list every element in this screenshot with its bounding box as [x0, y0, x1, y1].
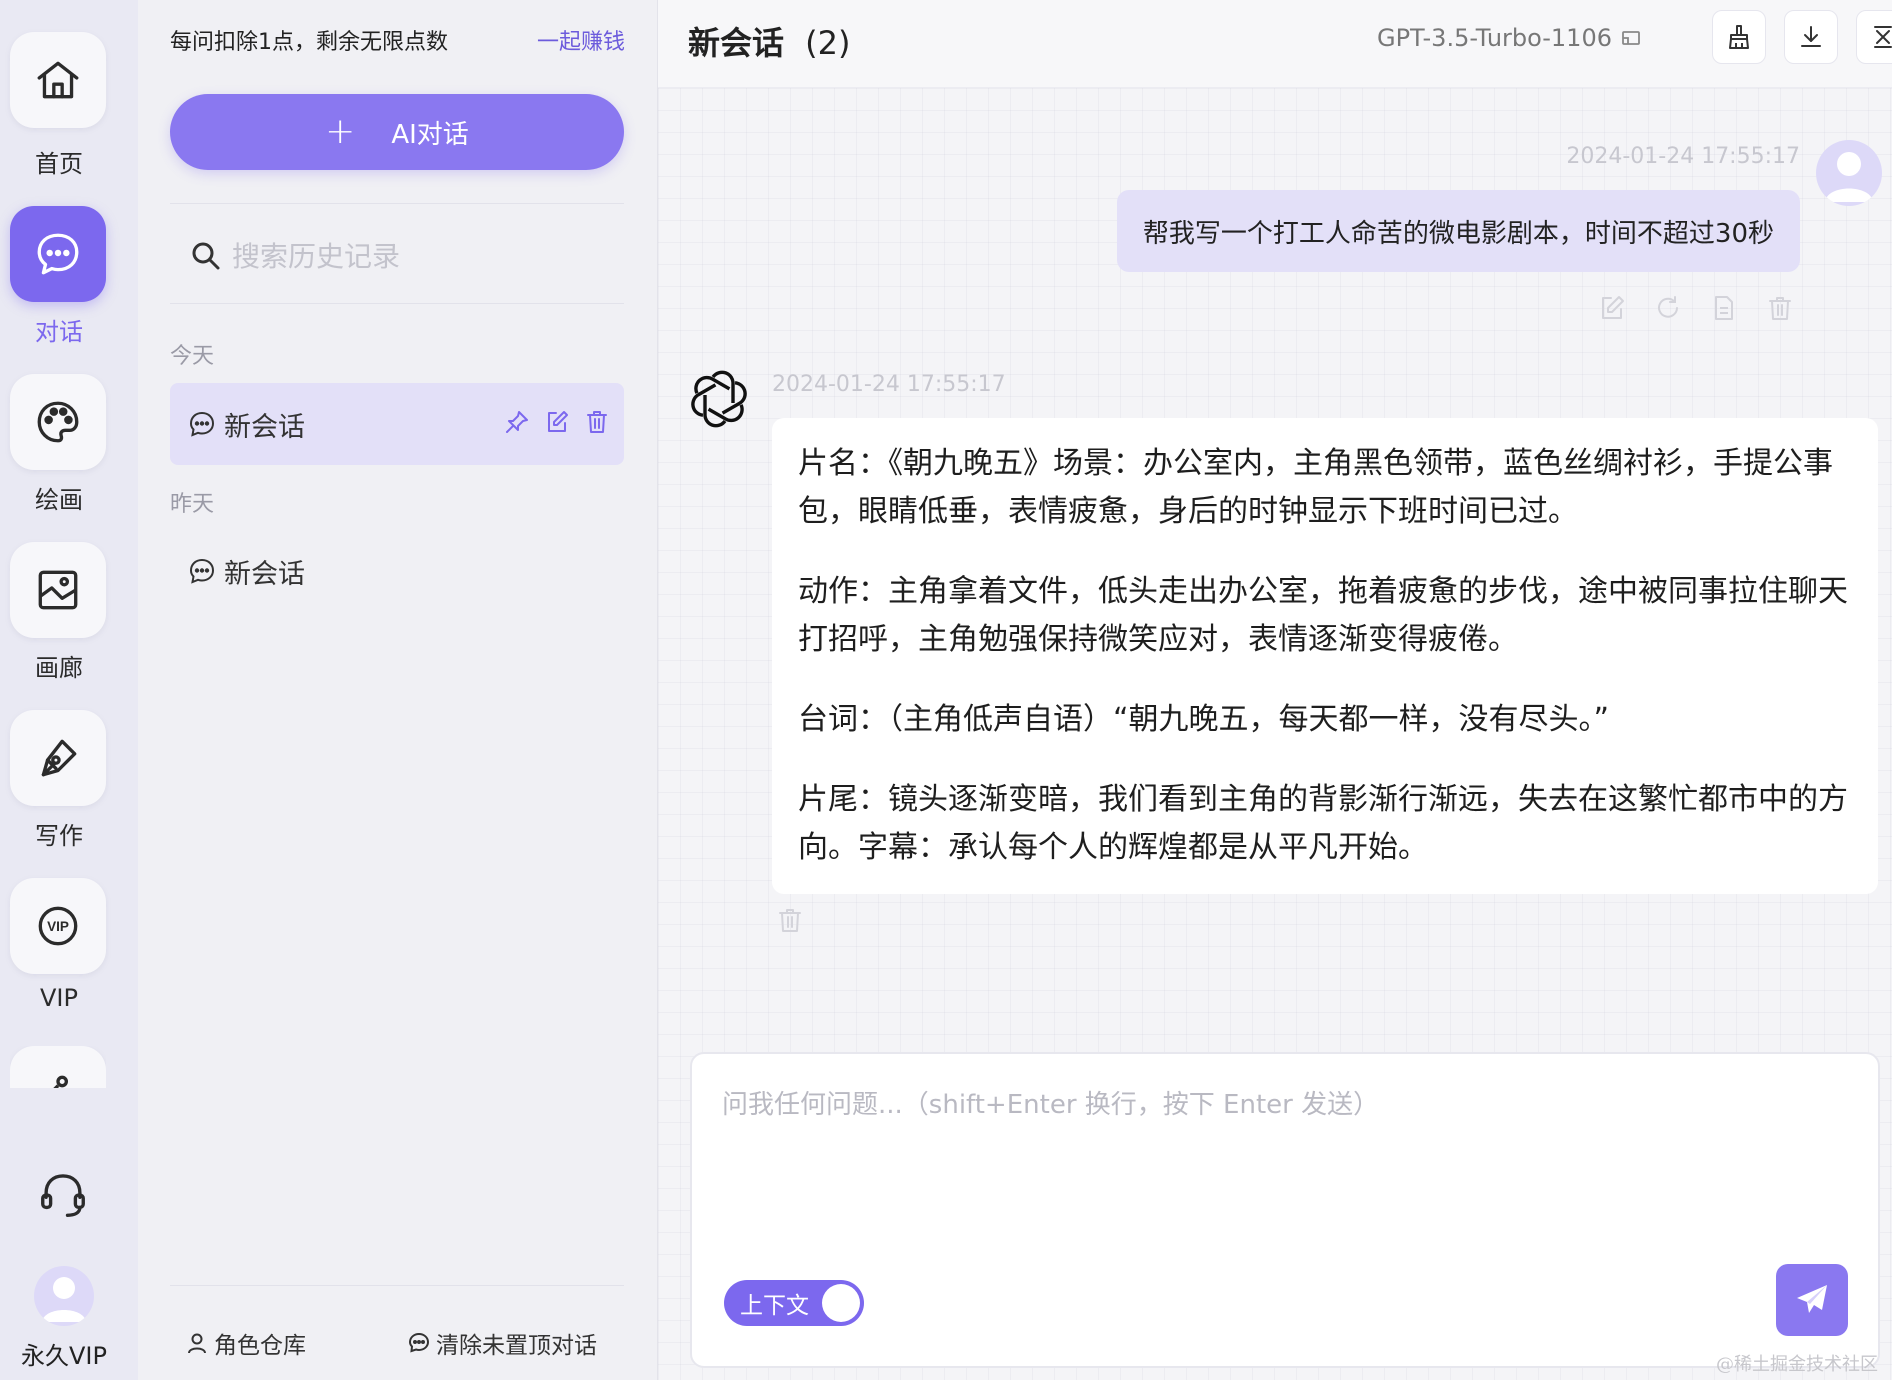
broom-icon	[1729, 25, 1749, 49]
assistant-message-actions	[776, 906, 804, 934]
user-avatar	[1816, 140, 1882, 206]
send-button[interactable]	[1776, 1264, 1848, 1336]
clear-chat-button[interactable]	[1712, 10, 1766, 64]
trash-icon[interactable]	[584, 409, 610, 435]
nav-paint-button[interactable]	[10, 374, 106, 470]
gallery-icon	[38, 570, 78, 610]
role-library-label: 角色仓库	[214, 1333, 306, 1359]
headset-icon[interactable]	[36, 1168, 90, 1222]
chat-header: 新会话 (2) GPT-3.5-Turbo-1106	[658, 0, 1892, 88]
vip-icon: VIP	[38, 906, 78, 946]
chat-bubble-icon	[189, 411, 215, 437]
pin-icon[interactable]	[504, 409, 530, 435]
clear-unpinned-label: 清除未置顶对话	[436, 1333, 597, 1359]
conversation-item[interactable]: 新会话	[170, 383, 624, 465]
context-toggle-label: 上下文	[740, 1293, 809, 1319]
user-icon	[1825, 152, 1873, 202]
watermark: @稀土掘金技术社区	[1716, 1354, 1878, 1375]
nav-paint-label: 绘画	[35, 486, 83, 514]
divider	[170, 303, 624, 304]
nav-home-button[interactable]	[10, 32, 106, 128]
search-icon	[192, 242, 220, 270]
user-message-actions	[1598, 294, 1794, 322]
home-icon	[37, 61, 79, 99]
message-paragraph: 片名：《朝九晚五》场景：办公室内，主角黑色领带，蓝色丝绸衬衫，手提公事包，眼睛低…	[798, 446, 1833, 529]
conversation-panel: 每问扣除1点，剩余无限点数 一起赚钱 + AI对话 今天 新会话	[138, 0, 658, 1380]
plus-icon: +	[325, 111, 356, 152]
nav-vip-button[interactable]: VIP	[10, 878, 106, 974]
history-search[interactable]	[190, 236, 610, 276]
trash-icon[interactable]	[776, 906, 804, 934]
assistant-message: 片名：《朝九晚五》场景：办公室内，主角黑色领带，蓝色丝绸衬衫，手提公事包，眼睛低…	[772, 418, 1878, 894]
nav-rail: 首页 对话 绘画 画廊 写作 VIP VIP 永久VIP	[0, 0, 138, 1380]
nav-more-item[interactable]	[10, 1046, 106, 1088]
new-chat-button[interactable]: + AI对话	[170, 94, 624, 170]
conversation-title: 新会话	[224, 558, 305, 590]
user-icon	[42, 1277, 86, 1322]
group-label-today: 今天	[170, 344, 215, 369]
earn-link[interactable]: 一起赚钱	[537, 24, 625, 56]
group-label-yesterday: 昨天	[170, 492, 215, 517]
role-library-button[interactable]: 角色仓库	[186, 1326, 306, 1360]
nav-home-label: 首页	[35, 150, 83, 178]
chat-main: 新会话 (2) GPT-3.5-Turbo-1106 2024-01-24 17…	[658, 0, 1892, 1380]
chat-bubble-icon	[189, 558, 215, 584]
chat-title: 新会话 (2)	[688, 18, 850, 64]
collapse-icon	[1874, 26, 1892, 48]
nav-gallery-label: 画廊	[35, 654, 83, 682]
screen-icon	[1622, 31, 1640, 45]
user-message: 帮我写一个打工人命苦的微电影剧本，时间不超过30秒	[1116, 190, 1800, 272]
copy-icon[interactable]	[1710, 294, 1738, 322]
send-icon	[1797, 1285, 1827, 1313]
account-level: 永久VIP	[21, 1342, 107, 1370]
edit-icon[interactable]	[1598, 294, 1626, 322]
conversation-item[interactable]: 新会话	[170, 530, 624, 612]
openai-logo-icon	[691, 370, 747, 428]
edit-icon[interactable]	[544, 409, 570, 435]
new-chat-label: AI对话	[391, 119, 469, 150]
pen-icon	[41, 739, 77, 777]
model-selector[interactable]: GPT-3.5-Turbo-1106	[1377, 24, 1642, 52]
search-input[interactable]	[232, 239, 592, 273]
nav-chat-label: 对话	[35, 318, 83, 346]
nav-chat-button[interactable]	[10, 206, 106, 302]
toggle-knob	[822, 1284, 860, 1322]
divider	[170, 1285, 624, 1286]
account-avatar[interactable]	[34, 1266, 94, 1326]
assistant-message-time: 2024-01-24 17:55:17	[772, 372, 1006, 397]
nav-gallery-button[interactable]	[10, 542, 106, 638]
chat-icon	[37, 233, 79, 275]
tool-icon	[53, 1075, 68, 1088]
trash-icon[interactable]	[1766, 294, 1794, 322]
message-count: (2)	[805, 24, 851, 62]
download-button[interactable]	[1784, 10, 1838, 64]
conversation-title: 新会话	[224, 411, 305, 443]
conversation-actions	[504, 409, 610, 435]
context-toggle[interactable]: 上下文	[724, 1280, 864, 1326]
refresh-icon[interactable]	[1654, 294, 1682, 322]
nav-vip-label: VIP	[40, 984, 78, 1012]
svg-text:VIP: VIP	[47, 919, 69, 934]
download-icon	[1801, 26, 1821, 47]
person-icon	[188, 1333, 206, 1354]
points-balance: 每问扣除1点，剩余无限点数	[170, 30, 448, 55]
message-paragraph: 动作：主角拿着文件，低头走出办公室，拖着疲惫的步伐，途中被同事拉住聊天打招呼，主…	[798, 574, 1848, 657]
palette-icon	[37, 401, 79, 443]
nav-write-button[interactable]	[10, 710, 106, 806]
chat-bubble-icon	[408, 1332, 430, 1353]
message-paragraph: 台词：（主角低声自语）“朝九晚五，每天都一样，没有尽头。”	[798, 702, 1610, 737]
message-input[interactable]	[722, 1084, 1842, 1244]
model-name: GPT-3.5-Turbo-1106	[1376, 24, 1612, 52]
clear-unpinned-button[interactable]: 清除未置顶对话	[408, 1326, 597, 1360]
message-paragraph: 片尾：镜头逐渐变暗，我们看到主角的背影渐行渐远，失去在这繁忙都市中的方向。字幕：…	[798, 782, 1848, 865]
composer: 上下文	[690, 1052, 1880, 1368]
chat-title-text: 新会话	[688, 24, 785, 62]
nav-write-label: 写作	[35, 822, 83, 850]
divider	[170, 203, 624, 204]
collapse-button[interactable]	[1856, 10, 1892, 64]
user-message-time: 2024-01-24 17:55:17	[1566, 144, 1800, 169]
